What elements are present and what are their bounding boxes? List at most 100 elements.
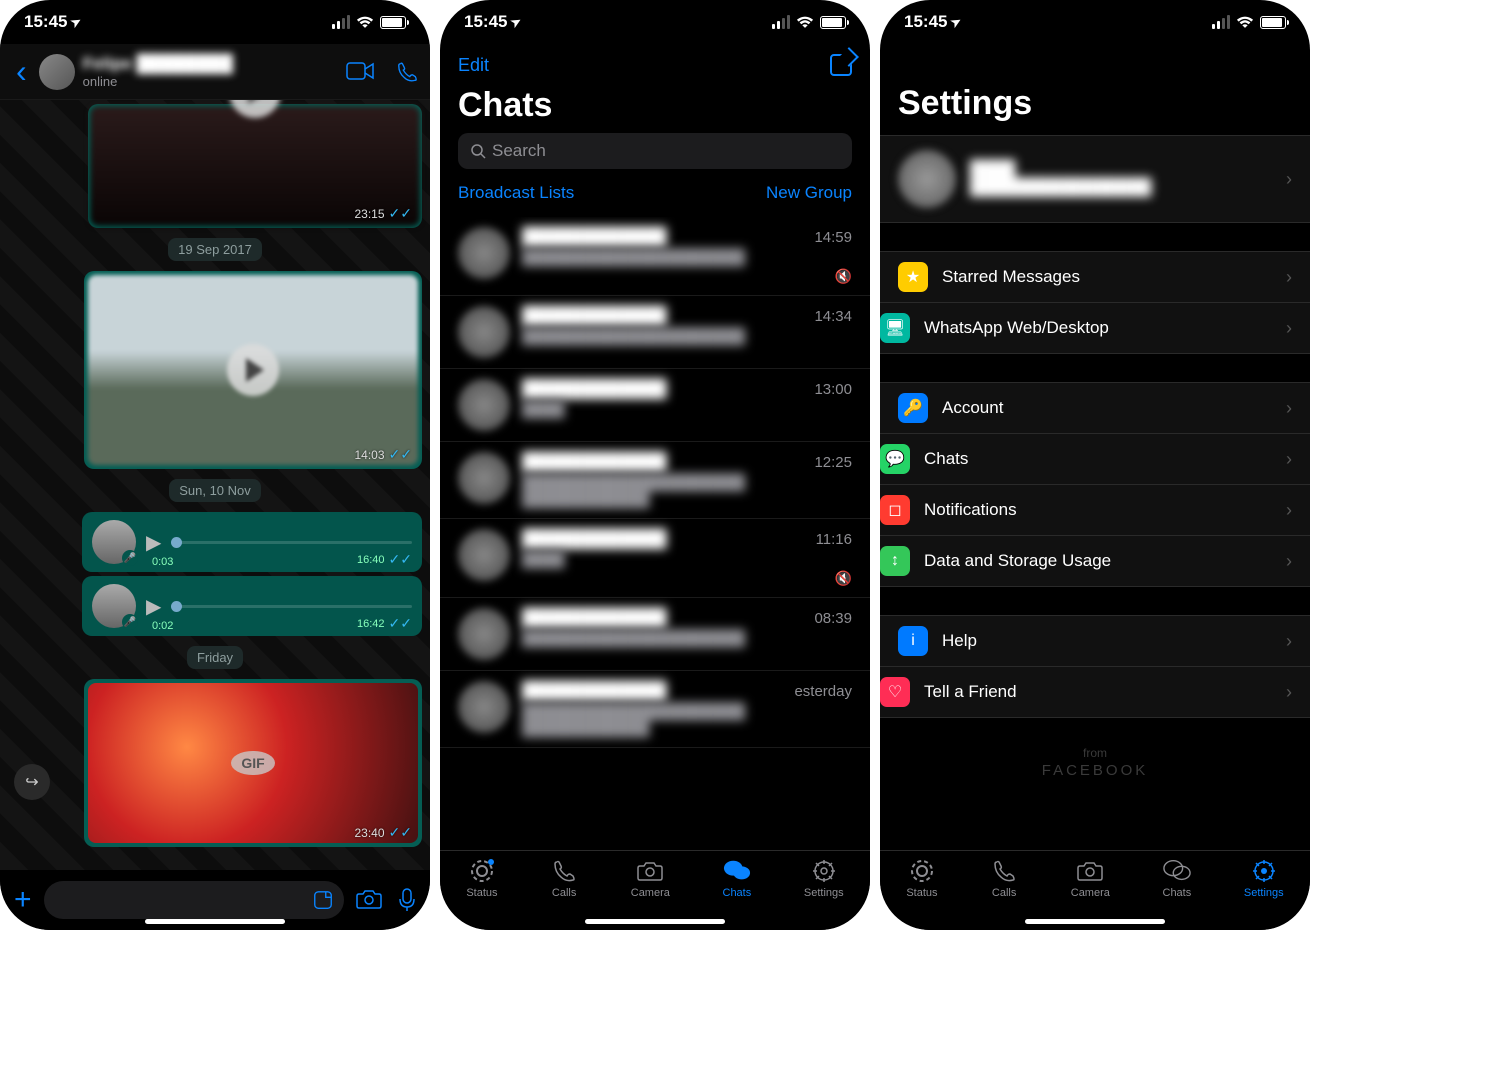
calls-icon [550,857,578,885]
chevron-right-icon: › [1286,169,1292,190]
home-indicator[interactable] [585,919,725,924]
tab-camera[interactable]: Camera [1071,857,1110,899]
camera-icon[interactable] [356,888,382,910]
voice-message[interactable]: 🎤 ▶ 0:03 16:40✓✓ [82,512,422,572]
video-message[interactable]: 23:15✓✓ [88,104,422,228]
settings-chats[interactable]: 💬Chats› [880,433,1310,484]
home-indicator[interactable] [1025,919,1165,924]
tab-chats[interactable]: Chats [1163,857,1192,899]
tab-status[interactable]: Status [906,857,937,899]
video-message[interactable]: 14:03✓✓ [84,271,422,469]
star-icon: ★ [898,262,928,292]
play-icon[interactable] [227,344,279,396]
tab-camera[interactable]: Camera [631,857,670,899]
play-icon[interactable]: ▶ [146,530,161,555]
date-separator: 19 Sep 2017 [168,238,262,261]
chat-list[interactable]: ████████████14:59█████████████████████🔇 … [440,217,870,850]
signal-icon [772,15,790,29]
chat-time: 11:16 [816,531,852,548]
settings-icon [810,857,838,885]
chat-name: ████████████ [522,681,667,701]
settings-starred[interactable]: ★Starred Messages› [880,252,1310,302]
message-input[interactable] [44,881,344,919]
msg-time: 16:42 [357,618,385,630]
voice-track[interactable] [171,541,412,544]
muted-icon: 🔇 [522,268,852,285]
chats-icon [1163,857,1191,885]
chat-preview: ████ [522,401,852,418]
location-icon: ➤ [509,13,525,30]
tab-settings[interactable]: Settings [1244,857,1284,899]
search-input[interactable]: Search [458,133,852,169]
back-button[interactable]: ‹ [12,53,31,90]
chat-name: ████████████ [522,452,667,472]
settings-notifications[interactable]: ◻Notifications› [880,484,1310,535]
profile-row[interactable]: ████████████████████ › [880,135,1310,223]
notification-icon: ◻ [880,495,910,525]
contact-name: Felipe ████████ [83,54,338,74]
phone-chats-list: 15:45➤ Edit Chats Search Broadcast Lists… [440,0,870,930]
date-separator: Sun, 10 Nov [169,479,261,502]
video-call-icon[interactable] [346,61,374,81]
chat-preview: █████████████████████ [522,249,852,266]
signal-icon [332,15,350,29]
chat-name: ████████████ [522,227,667,247]
settings-tell-friend[interactable]: ♡Tell a Friend› [880,666,1310,717]
play-icon[interactable] [229,100,281,118]
tab-calls[interactable]: Calls [550,857,578,899]
sticker-icon[interactable] [312,889,334,911]
mic-icon[interactable] [398,888,416,912]
msg-time: 16:40 [357,554,385,566]
contact-status: online [83,74,338,89]
chat-name: ████████████ [522,306,667,326]
chat-time: 08:39 [814,610,852,627]
msg-time: 14:03 [355,448,385,462]
battery-icon [1260,16,1286,29]
chat-row[interactable]: ████████████14:34█████████████████████ [440,296,870,369]
chat-row[interactable]: ████████████13:00████ [440,369,870,442]
settings-account[interactable]: 🔑Account› [880,383,1310,433]
voice-avatar: 🎤 [92,520,136,564]
chat-row[interactable]: ████████████12:25███████████████████████… [440,442,870,519]
gif-badge: GIF [231,751,274,775]
camera-icon [636,857,664,885]
chat-row[interactable]: ████████████14:59█████████████████████🔇 [440,217,870,296]
chat-messages[interactable]: 23:15✓✓ 19 Sep 2017 14:03✓✓ Sun, 10 Nov … [0,100,430,870]
contact-info[interactable]: Felipe ████████ online [83,54,338,89]
chevron-right-icon: › [1286,449,1292,470]
settings-help[interactable]: iHelp› [880,616,1310,666]
attach-button[interactable]: + [14,883,32,917]
chevron-right-icon: › [1286,551,1292,572]
tab-status[interactable]: Status [466,857,497,899]
tab-calls[interactable]: Calls [990,857,1018,899]
chat-row[interactable]: ████████████11:16████🔇 [440,519,870,598]
chat-row[interactable]: ████████████08:39█████████████████████ [440,598,870,671]
tab-chats[interactable]: Chats [723,857,752,899]
edit-button[interactable]: Edit [458,55,489,76]
voice-track[interactable] [171,605,412,608]
new-group-link[interactable]: New Group [766,183,852,203]
voice-call-icon[interactable] [396,61,418,83]
compose-icon[interactable] [830,54,852,76]
camera-icon [1076,857,1104,885]
chevron-right-icon: › [1286,500,1292,521]
msg-time: 23:15 [355,207,385,221]
forward-button[interactable]: ↪ [14,764,50,800]
tab-settings[interactable]: Settings [804,857,844,899]
read-check-icon: ✓✓ [389,824,412,841]
play-icon[interactable]: ▶ [146,594,161,619]
contact-avatar[interactable] [39,54,75,90]
home-indicator[interactable] [145,919,285,924]
wifi-icon [1236,16,1254,29]
broadcast-lists-link[interactable]: Broadcast Lists [458,183,574,203]
settings-web[interactable]: 🖥WhatsApp Web/Desktop› [880,302,1310,353]
gif-message[interactable]: GIF 23:40✓✓ [84,679,422,847]
profile-avatar [898,150,956,208]
voice-message[interactable]: 🎤 ▶ 0:02 16:42✓✓ [82,576,422,636]
chat-row[interactable]: ████████████esterday████████████████████… [440,671,870,748]
status-icon [468,857,496,885]
battery-icon [820,16,846,29]
info-icon: i [898,626,928,656]
settings-data[interactable]: ↕Data and Storage Usage› [880,535,1310,586]
status-bar: 15:45➤ [880,0,1310,44]
